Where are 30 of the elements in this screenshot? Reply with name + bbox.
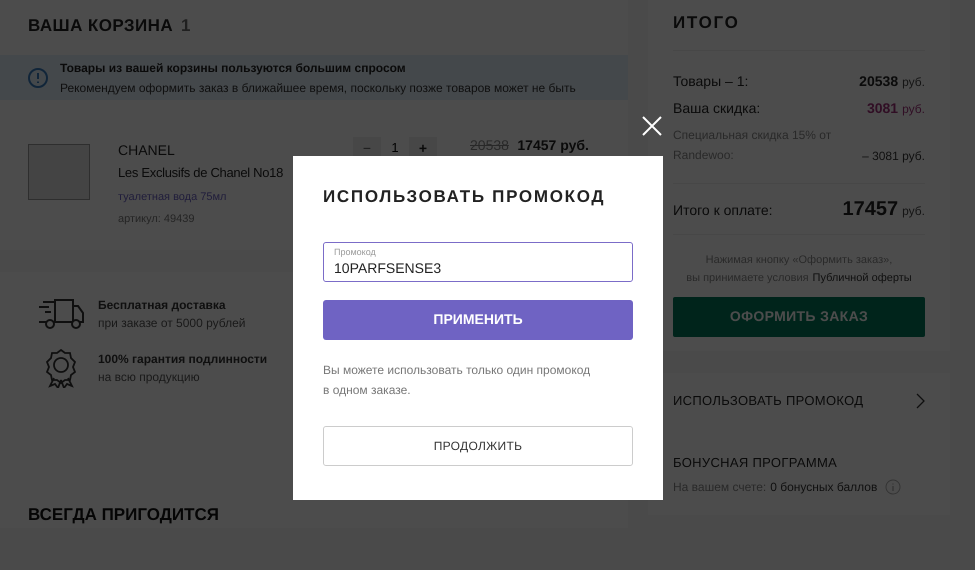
feature-title: Бесплатная доставка bbox=[98, 297, 227, 314]
offer-link[interactable]: Публичной оферты bbox=[812, 268, 912, 286]
feature-title: 100% гарантия подлинности bbox=[98, 351, 268, 368]
cart-title: ВАША КОРЗИНА bbox=[28, 15, 174, 37]
increase-button[interactable]: + bbox=[409, 137, 437, 159]
summary-amount: 3081 bbox=[866, 98, 898, 118]
notice-title: Товары из вашей корзины пользуются большим спросом bbox=[60, 60, 407, 76]
field-label: Промокод bbox=[334, 246, 376, 256]
continue-button[interactable]: ПРОДОЛЖИТЬ bbox=[323, 426, 633, 466]
total-label: Итого к оплате: bbox=[673, 200, 773, 220]
summary-amount: 20538 bbox=[859, 72, 898, 90]
product-brand: CHANEL bbox=[118, 141, 176, 160]
promo-note: Вы можете использовать только один промокод в одном заказе. bbox=[323, 362, 592, 398]
section-title: ВСЕГДА ПРИГОДИТСЯ bbox=[28, 505, 219, 524]
product-name: Les Exclusifs de Chanel No18 bbox=[118, 164, 284, 182]
discount-detail-amount: – 3081 руб. bbox=[862, 148, 925, 164]
notice-text: Рекомендуем оформить заказ в ближайшее время, поскольку позже товаров может не быть bbox=[60, 80, 576, 96]
total-amount: 17457 bbox=[842, 196, 898, 222]
summary-label: Ваша скидка: bbox=[673, 98, 760, 118]
summary-label: Товары – 1: bbox=[673, 72, 748, 91]
bonus-title: БОНУСНАЯ ПРОГРАММА bbox=[673, 454, 838, 472]
product-price: 17457 руб. bbox=[517, 137, 589, 153]
currency-label: руб. bbox=[902, 100, 925, 118]
currency-label: руб. bbox=[902, 74, 925, 90]
dialog-title: ИСПОЛЬЗОВАТЬ ПРОМОКОД bbox=[323, 186, 606, 208]
close-icon[interactable] bbox=[641, 115, 663, 137]
bonus-value: 0 бонусных баллов bbox=[770, 479, 878, 496]
decrease-button[interactable]: − bbox=[353, 137, 381, 159]
apply-button[interactable]: ПРИМЕНИТЬ bbox=[323, 300, 633, 340]
currency-label: руб. bbox=[902, 202, 925, 220]
